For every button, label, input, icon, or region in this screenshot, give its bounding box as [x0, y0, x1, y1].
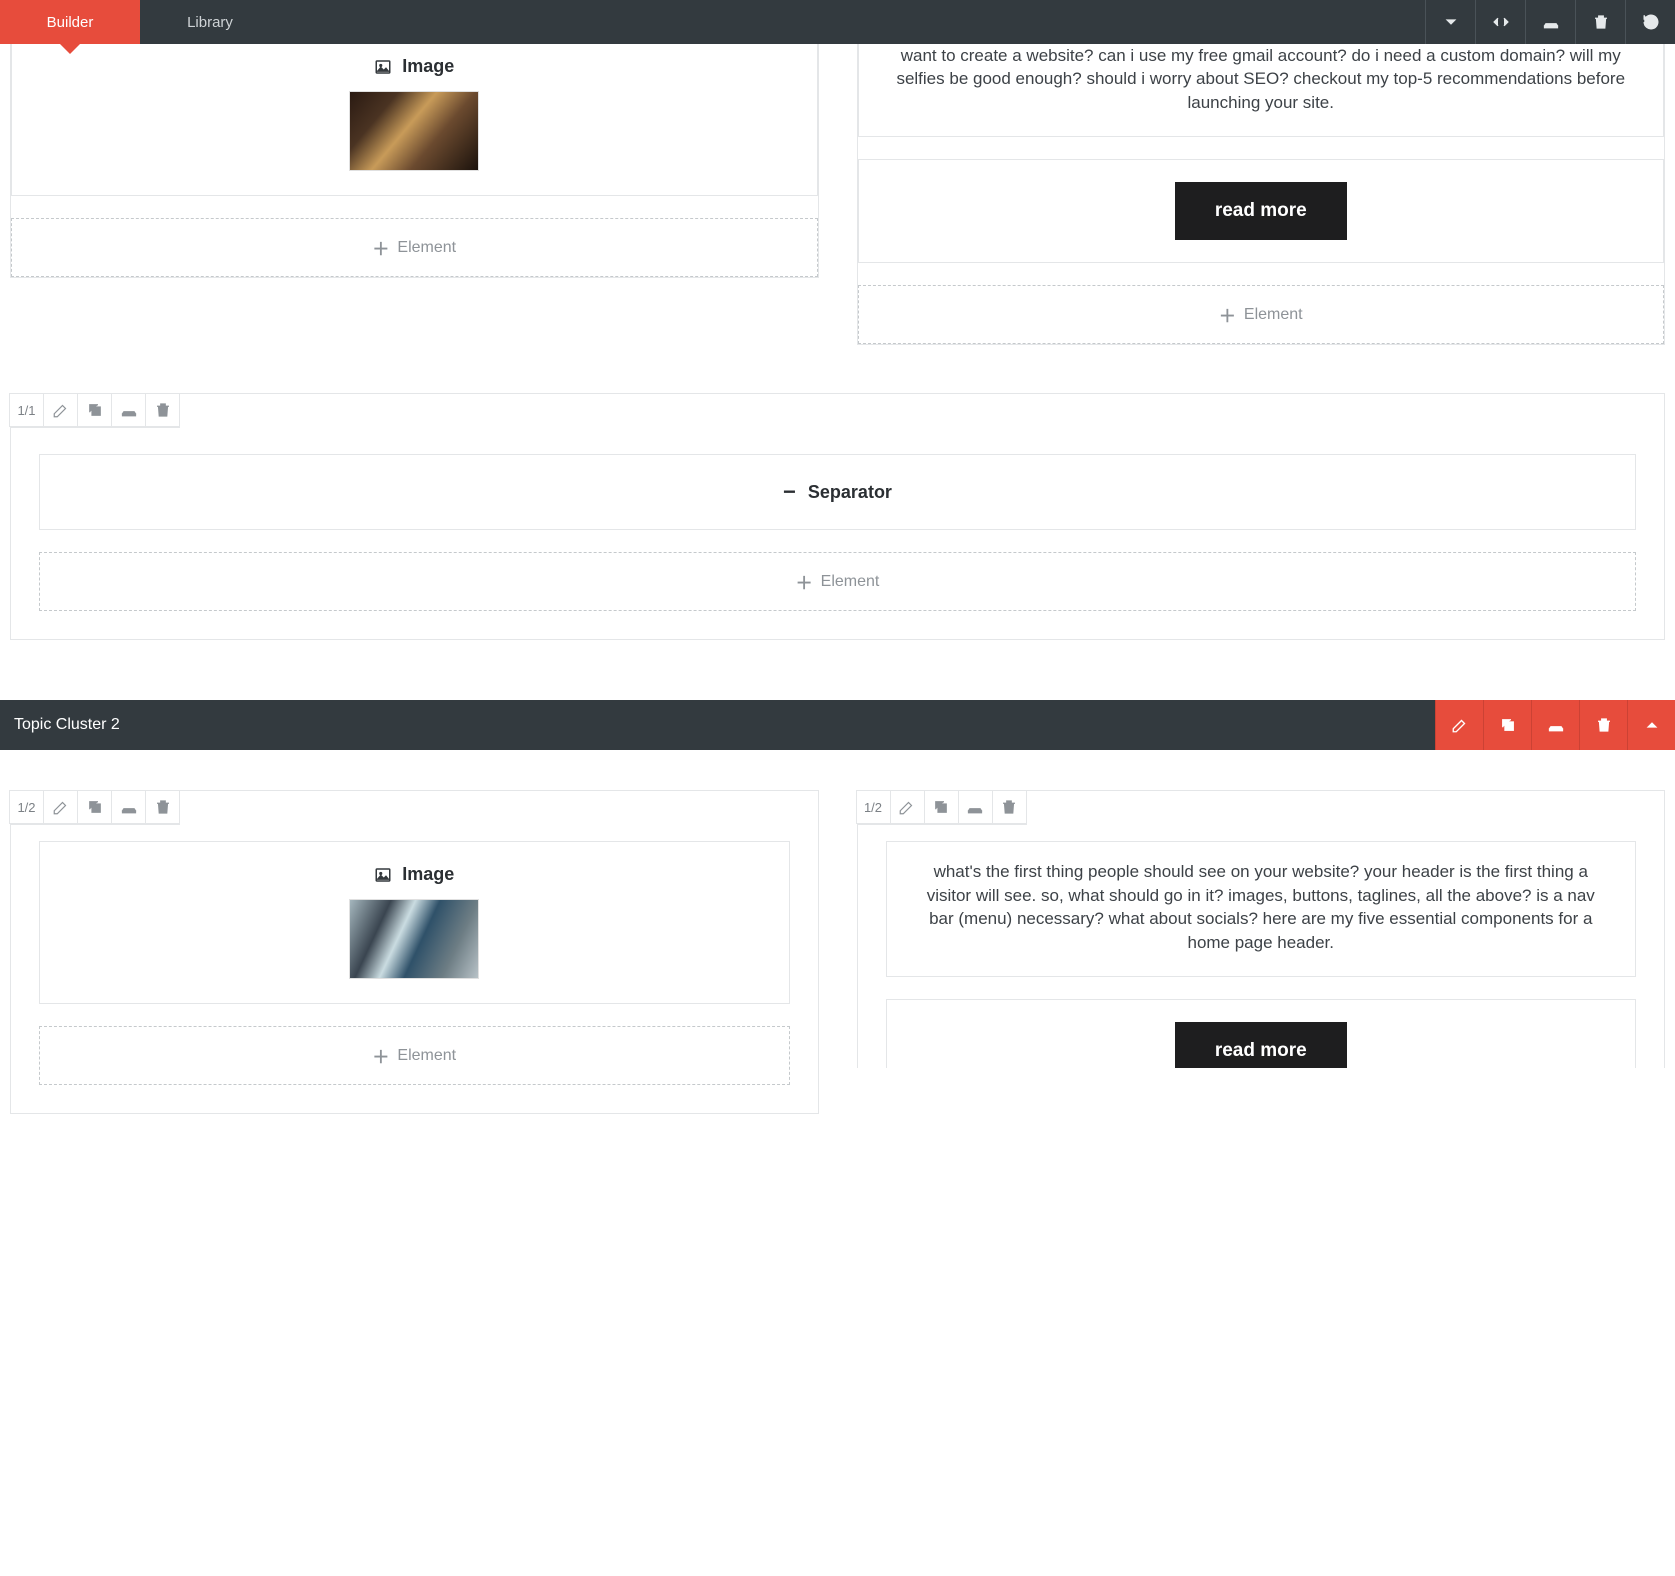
section-copy-button[interactable]	[1483, 700, 1531, 750]
add-element-label: Element	[821, 573, 880, 591]
add-element-label: Element	[1244, 306, 1303, 324]
column-width-label: 1/2	[856, 790, 891, 824]
image-label: Image	[402, 864, 454, 885]
separator-label: Separator	[808, 482, 892, 503]
button-element[interactable]: read more	[858, 159, 1665, 263]
code-button[interactable]	[1475, 0, 1525, 44]
section-save-button[interactable]	[1531, 700, 1579, 750]
image-icon	[374, 866, 392, 884]
text-element[interactable]: want to create a website? can i use my f…	[858, 44, 1665, 137]
section-title: Topic Cluster 2	[14, 716, 120, 734]
history-icon	[1642, 13, 1660, 31]
caret-up-icon	[1643, 716, 1661, 734]
add-element-slot[interactable]: ＋ Element	[39, 552, 1636, 611]
trash-icon	[154, 401, 172, 419]
save-col-button[interactable]	[958, 790, 993, 824]
delete-col-button[interactable]	[145, 790, 180, 824]
edit-button[interactable]	[43, 393, 78, 427]
copy-button[interactable]	[77, 393, 112, 427]
image-label: Image	[402, 56, 454, 77]
tab-library[interactable]: Library	[140, 0, 280, 44]
trash-icon	[154, 798, 172, 816]
top-nav: Builder Library	[0, 0, 1675, 44]
delete-col-button[interactable]	[992, 790, 1027, 824]
section-delete-button[interactable]	[1579, 700, 1627, 750]
copy-icon	[932, 798, 950, 816]
trash-icon	[1000, 798, 1018, 816]
save-icon	[1542, 13, 1560, 31]
builder-row: 1/2	[0, 790, 1675, 1114]
copy-icon	[86, 401, 104, 419]
section-header[interactable]: Topic Cluster 2	[0, 700, 1675, 750]
collapse-button[interactable]	[1425, 0, 1475, 44]
text-element[interactable]: what's the first thing people should see…	[886, 841, 1637, 977]
pencil-icon	[1451, 716, 1469, 734]
separator-element[interactable]: − Separator	[39, 454, 1636, 530]
plus-icon: ＋	[1219, 302, 1236, 327]
save-icon	[966, 798, 984, 816]
add-element-slot[interactable]: ＋ Element	[39, 1026, 790, 1085]
pencil-icon	[898, 798, 916, 816]
trash-icon	[1595, 716, 1613, 734]
history-button[interactable]	[1625, 0, 1675, 44]
column-toolbar: 1/1	[10, 393, 180, 428]
minus-icon: −	[783, 481, 796, 503]
pencil-icon	[52, 798, 70, 816]
column-right: want to create a website? can i use my f…	[857, 44, 1666, 345]
add-element-label: Element	[397, 1047, 456, 1065]
column-right: 1/2	[857, 790, 1666, 1068]
column-width-label: 1/1	[9, 393, 44, 427]
section-edit-button[interactable]	[1435, 700, 1483, 750]
pencil-icon	[52, 401, 70, 419]
column-left: 1/2	[10, 790, 819, 1114]
button-element[interactable]: read more	[886, 999, 1637, 1068]
plus-icon: ＋	[796, 569, 813, 594]
plus-icon: ＋	[372, 1043, 389, 1068]
save-icon	[120, 401, 138, 419]
tab-builder[interactable]: Builder	[0, 0, 140, 44]
add-element-slot[interactable]: ＋ Element	[858, 285, 1665, 344]
image-icon	[374, 58, 392, 76]
copy-button[interactable]	[924, 790, 959, 824]
element-image-block[interactable]: Image	[39, 841, 790, 1004]
column-left: Image ＋ Element	[10, 44, 819, 278]
element-image-block[interactable]: Image	[11, 44, 818, 196]
add-element-slot[interactable]: ＋ Element	[11, 218, 818, 277]
image-placeholder	[349, 899, 479, 979]
column-width-label: 1/2	[9, 790, 44, 824]
copy-icon	[1499, 716, 1517, 734]
code-icon	[1492, 13, 1510, 31]
builder-row-full: 1/1 − Separator	[0, 393, 1675, 640]
read-more-button[interactable]: read more	[1175, 1022, 1347, 1068]
save-icon	[120, 798, 138, 816]
column-toolbar: 1/2	[10, 790, 180, 825]
image-placeholder	[349, 91, 479, 171]
save-col-button[interactable]	[111, 393, 146, 427]
copy-button[interactable]	[77, 790, 112, 824]
section-collapse-button[interactable]	[1627, 700, 1675, 750]
caret-down-icon	[1442, 13, 1460, 31]
save-button[interactable]	[1525, 0, 1575, 44]
read-more-button[interactable]: read more	[1175, 182, 1347, 240]
save-icon	[1547, 716, 1565, 734]
plus-icon: ＋	[372, 235, 389, 260]
save-col-button[interactable]	[111, 790, 146, 824]
builder-row: Image ＋ Element want to create a website…	[0, 44, 1675, 345]
column-toolbar: 1/2	[857, 790, 1027, 825]
copy-icon	[86, 798, 104, 816]
edit-button[interactable]	[43, 790, 78, 824]
trash-icon	[1592, 13, 1610, 31]
edit-button[interactable]	[890, 790, 925, 824]
delete-col-button[interactable]	[145, 393, 180, 427]
add-element-label: Element	[397, 239, 456, 257]
trash-button[interactable]	[1575, 0, 1625, 44]
